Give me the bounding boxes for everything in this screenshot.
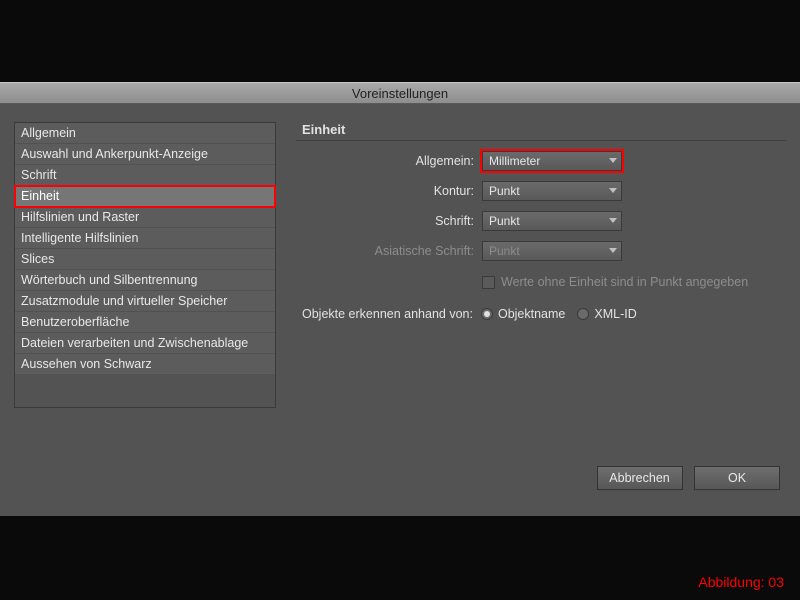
row-schrift: Schrift: Punkt <box>296 211 786 231</box>
sidebar-item-woerterbuch[interactable]: Wörterbuch und Silbentrennung <box>15 270 275 291</box>
radio-xmlid[interactable] <box>577 308 589 320</box>
sidebar-item-auswahl[interactable]: Auswahl und Ankerpunkt-Anzeige <box>15 144 275 165</box>
preferences-dialog: Allgemein Auswahl und Ankerpunkt-Anzeige… <box>0 104 800 516</box>
ok-button[interactable]: OK <box>694 466 780 490</box>
sidebar-item-benutzeroberflaeche[interactable]: Benutzeroberfläche <box>15 312 275 333</box>
checkbox-punkt <box>482 276 495 289</box>
row-radio-objects: Objekte erkennen anhand von: Objektname … <box>296 307 786 321</box>
sidebar-item-dateien[interactable]: Dateien verarbeiten und Zwischenablage <box>15 333 275 354</box>
category-sidebar: Allgemein Auswahl und Ankerpunkt-Anzeige… <box>14 122 276 408</box>
sidebar-item-schwarz[interactable]: Aussehen von Schwarz <box>15 354 275 375</box>
select-schrift[interactable]: Punkt <box>482 211 622 231</box>
label-kontur: Kontur: <box>296 184 482 198</box>
dialog-titlebar: Voreinstellungen <box>0 82 800 104</box>
radio-objektname[interactable] <box>481 308 493 320</box>
select-asian-value: Punkt <box>489 244 520 258</box>
label-schrift: Schrift: <box>296 214 482 228</box>
section-title: Einheit <box>296 122 786 141</box>
row-kontur: Kontur: Punkt <box>296 181 786 201</box>
dialog-buttons: Abbrechen OK <box>589 466 780 490</box>
row-asian: Asiatische Schrift: Punkt <box>296 241 786 261</box>
sidebar-item-allgemein[interactable]: Allgemein <box>15 123 275 144</box>
select-allgemein-value: Millimeter <box>489 154 540 168</box>
sidebar-item-hilfslinien[interactable]: Hilfslinien und Raster <box>15 207 275 228</box>
radio-group-label: Objekte erkennen anhand von: <box>302 307 473 321</box>
content-panel: Einheit Allgemein: Millimeter Kontur: Pu… <box>296 122 786 321</box>
select-asian: Punkt <box>482 241 622 261</box>
select-kontur-value: Punkt <box>489 184 520 198</box>
sidebar-item-slices[interactable]: Slices <box>15 249 275 270</box>
chevron-down-icon <box>609 158 617 163</box>
checkbox-punkt-label: Werte ohne Einheit sind in Punkt angegeb… <box>501 275 748 289</box>
chevron-down-icon <box>609 218 617 223</box>
sidebar-item-schrift[interactable]: Schrift <box>15 165 275 186</box>
sidebar-item-einheit[interactable]: Einheit <box>15 186 275 207</box>
select-allgemein[interactable]: Millimeter <box>482 151 622 171</box>
select-kontur[interactable]: Punkt <box>482 181 622 201</box>
row-allgemein: Allgemein: Millimeter <box>296 151 786 171</box>
select-schrift-value: Punkt <box>489 214 520 228</box>
sidebar-item-zusatzmodule[interactable]: Zusatzmodule und virtueller Speicher <box>15 291 275 312</box>
label-allgemein: Allgemein: <box>296 154 482 168</box>
radio-xmlid-label: XML-ID <box>594 307 636 321</box>
label-asian: Asiatische Schrift: <box>296 244 482 258</box>
row-checkbox-punkt: Werte ohne Einheit sind in Punkt angegeb… <box>482 275 786 289</box>
chevron-down-icon <box>609 188 617 193</box>
window-bottom-blank: Abbildung: 03 <box>0 516 800 600</box>
radio-objektname-label: Objektname <box>498 307 565 321</box>
sidebar-item-intelligente[interactable]: Intelligente Hilfslinien <box>15 228 275 249</box>
window-top-blank <box>0 0 800 82</box>
cancel-button[interactable]: Abbrechen <box>597 466 683 490</box>
chevron-down-icon <box>609 248 617 253</box>
figure-caption: Abbildung: 03 <box>698 574 784 590</box>
